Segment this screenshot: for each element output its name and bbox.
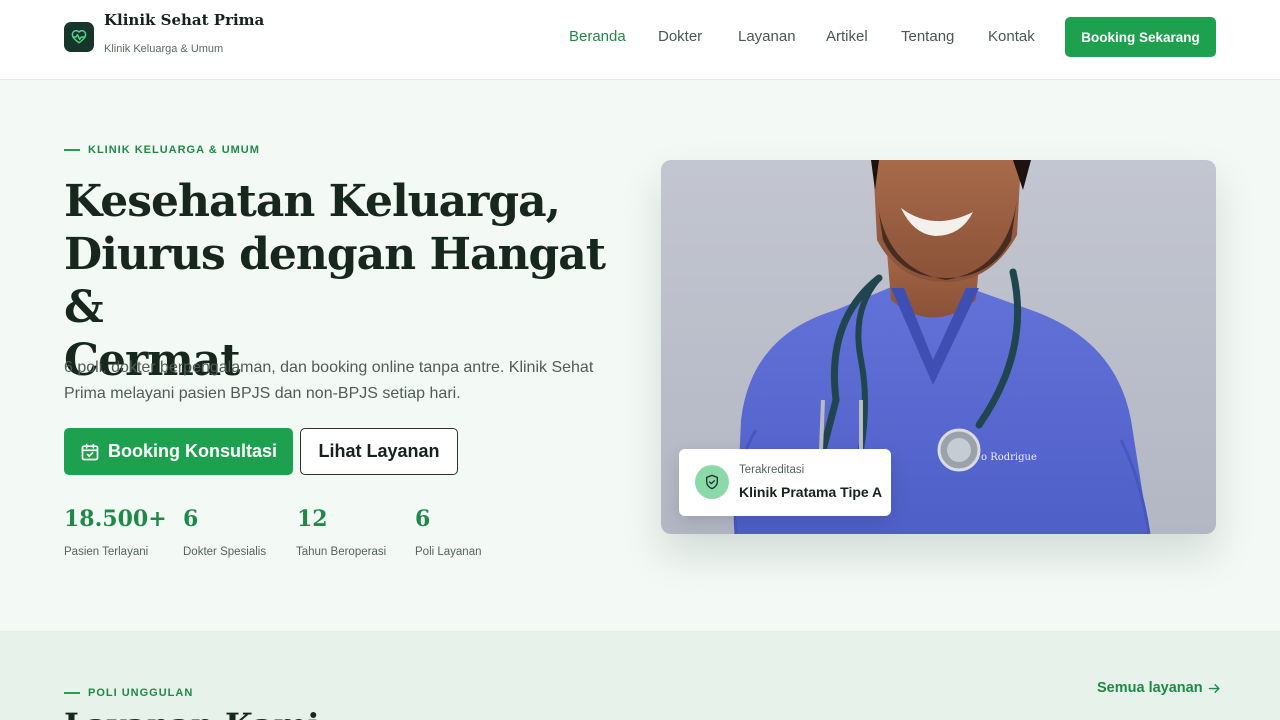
section2-eyebrow-text: POLI UNGGULAN <box>88 687 194 699</box>
semua-layanan-link[interactable]: Semua layanan <box>1097 680 1222 696</box>
stat-value-tahun: 12 <box>297 506 328 532</box>
eyebrow-dash <box>64 692 80 694</box>
heart-pulse-icon[interactable] <box>64 22 94 52</box>
calendar-check-icon <box>81 443 99 460</box>
hero-title-line-2: Diurus dengan Hangat & <box>64 229 606 333</box>
hero-description: 6 poli, dokter berpengalaman, dan bookin… <box>64 359 594 402</box>
nav-item-layanan[interactable]: Layanan <box>738 28 796 45</box>
hero-eyebrow-text: KLINIK KELUARGA & UMUM <box>88 144 260 156</box>
booking-sekarang-button[interactable]: Booking Sekarang <box>1065 17 1216 57</box>
stat-value-dokter: 6 <box>183 506 199 532</box>
accreditation-badge: Terakreditasi Klinik Pratama Tipe A <box>679 449 891 516</box>
lihat-layanan-button[interactable]: Lihat Layanan <box>300 428 458 475</box>
semua-layanan-label: Semua layanan <box>1097 680 1203 696</box>
brand-name[interactable]: Klinik Sehat Prima <box>104 11 264 29</box>
hero-eyebrow: KLINIK KELUARGA & UMUM <box>64 144 260 156</box>
scrub-name-text: o Rodrigue <box>981 452 1037 463</box>
shield-check-icon <box>695 465 729 499</box>
stat-label-dokter: Dokter Spesialis <box>183 546 267 558</box>
site-header: Klinik Sehat Prima Klinik Keluarga & Umu… <box>0 0 1280 80</box>
accreditation-label: Terakreditasi <box>739 464 805 476</box>
nav-item-kontak[interactable]: Kontak <box>988 28 1035 45</box>
eyebrow-dash <box>64 149 80 151</box>
booking-konsultasi-button[interactable]: Booking Konsultasi <box>64 428 293 475</box>
booking-konsultasi-label: Booking Konsultasi <box>107 441 277 461</box>
nav-item-tentang[interactable]: Tentang <box>901 28 954 45</box>
stat-value-pasien: 18.500+ <box>64 506 167 532</box>
nav-item-beranda[interactable]: Beranda <box>569 28 626 45</box>
brand-tagline: Klinik Keluarga & Umum <box>104 43 224 55</box>
stat-label-poli: Poli Layanan <box>415 546 482 558</box>
stat-label-tahun: Tahun Beroperasi <box>296 546 387 558</box>
section2-eyebrow: POLI UNGGULAN <box>64 687 193 699</box>
accreditation-value: Klinik Pratama Tipe A <box>739 484 883 500</box>
hero-title-line-1: Kesehatan Keluarga, <box>64 176 561 227</box>
nav-item-artikel[interactable]: Artikel <box>826 28 868 45</box>
nav-item-dokter[interactable]: Dokter <box>658 28 702 45</box>
stat-value-poli: 6 <box>415 506 431 532</box>
section2-title: Layanan Kami <box>64 706 320 720</box>
arrow-right-icon <box>1208 683 1220 693</box>
stat-label-pasien: Pasien Terlayani <box>64 546 149 558</box>
